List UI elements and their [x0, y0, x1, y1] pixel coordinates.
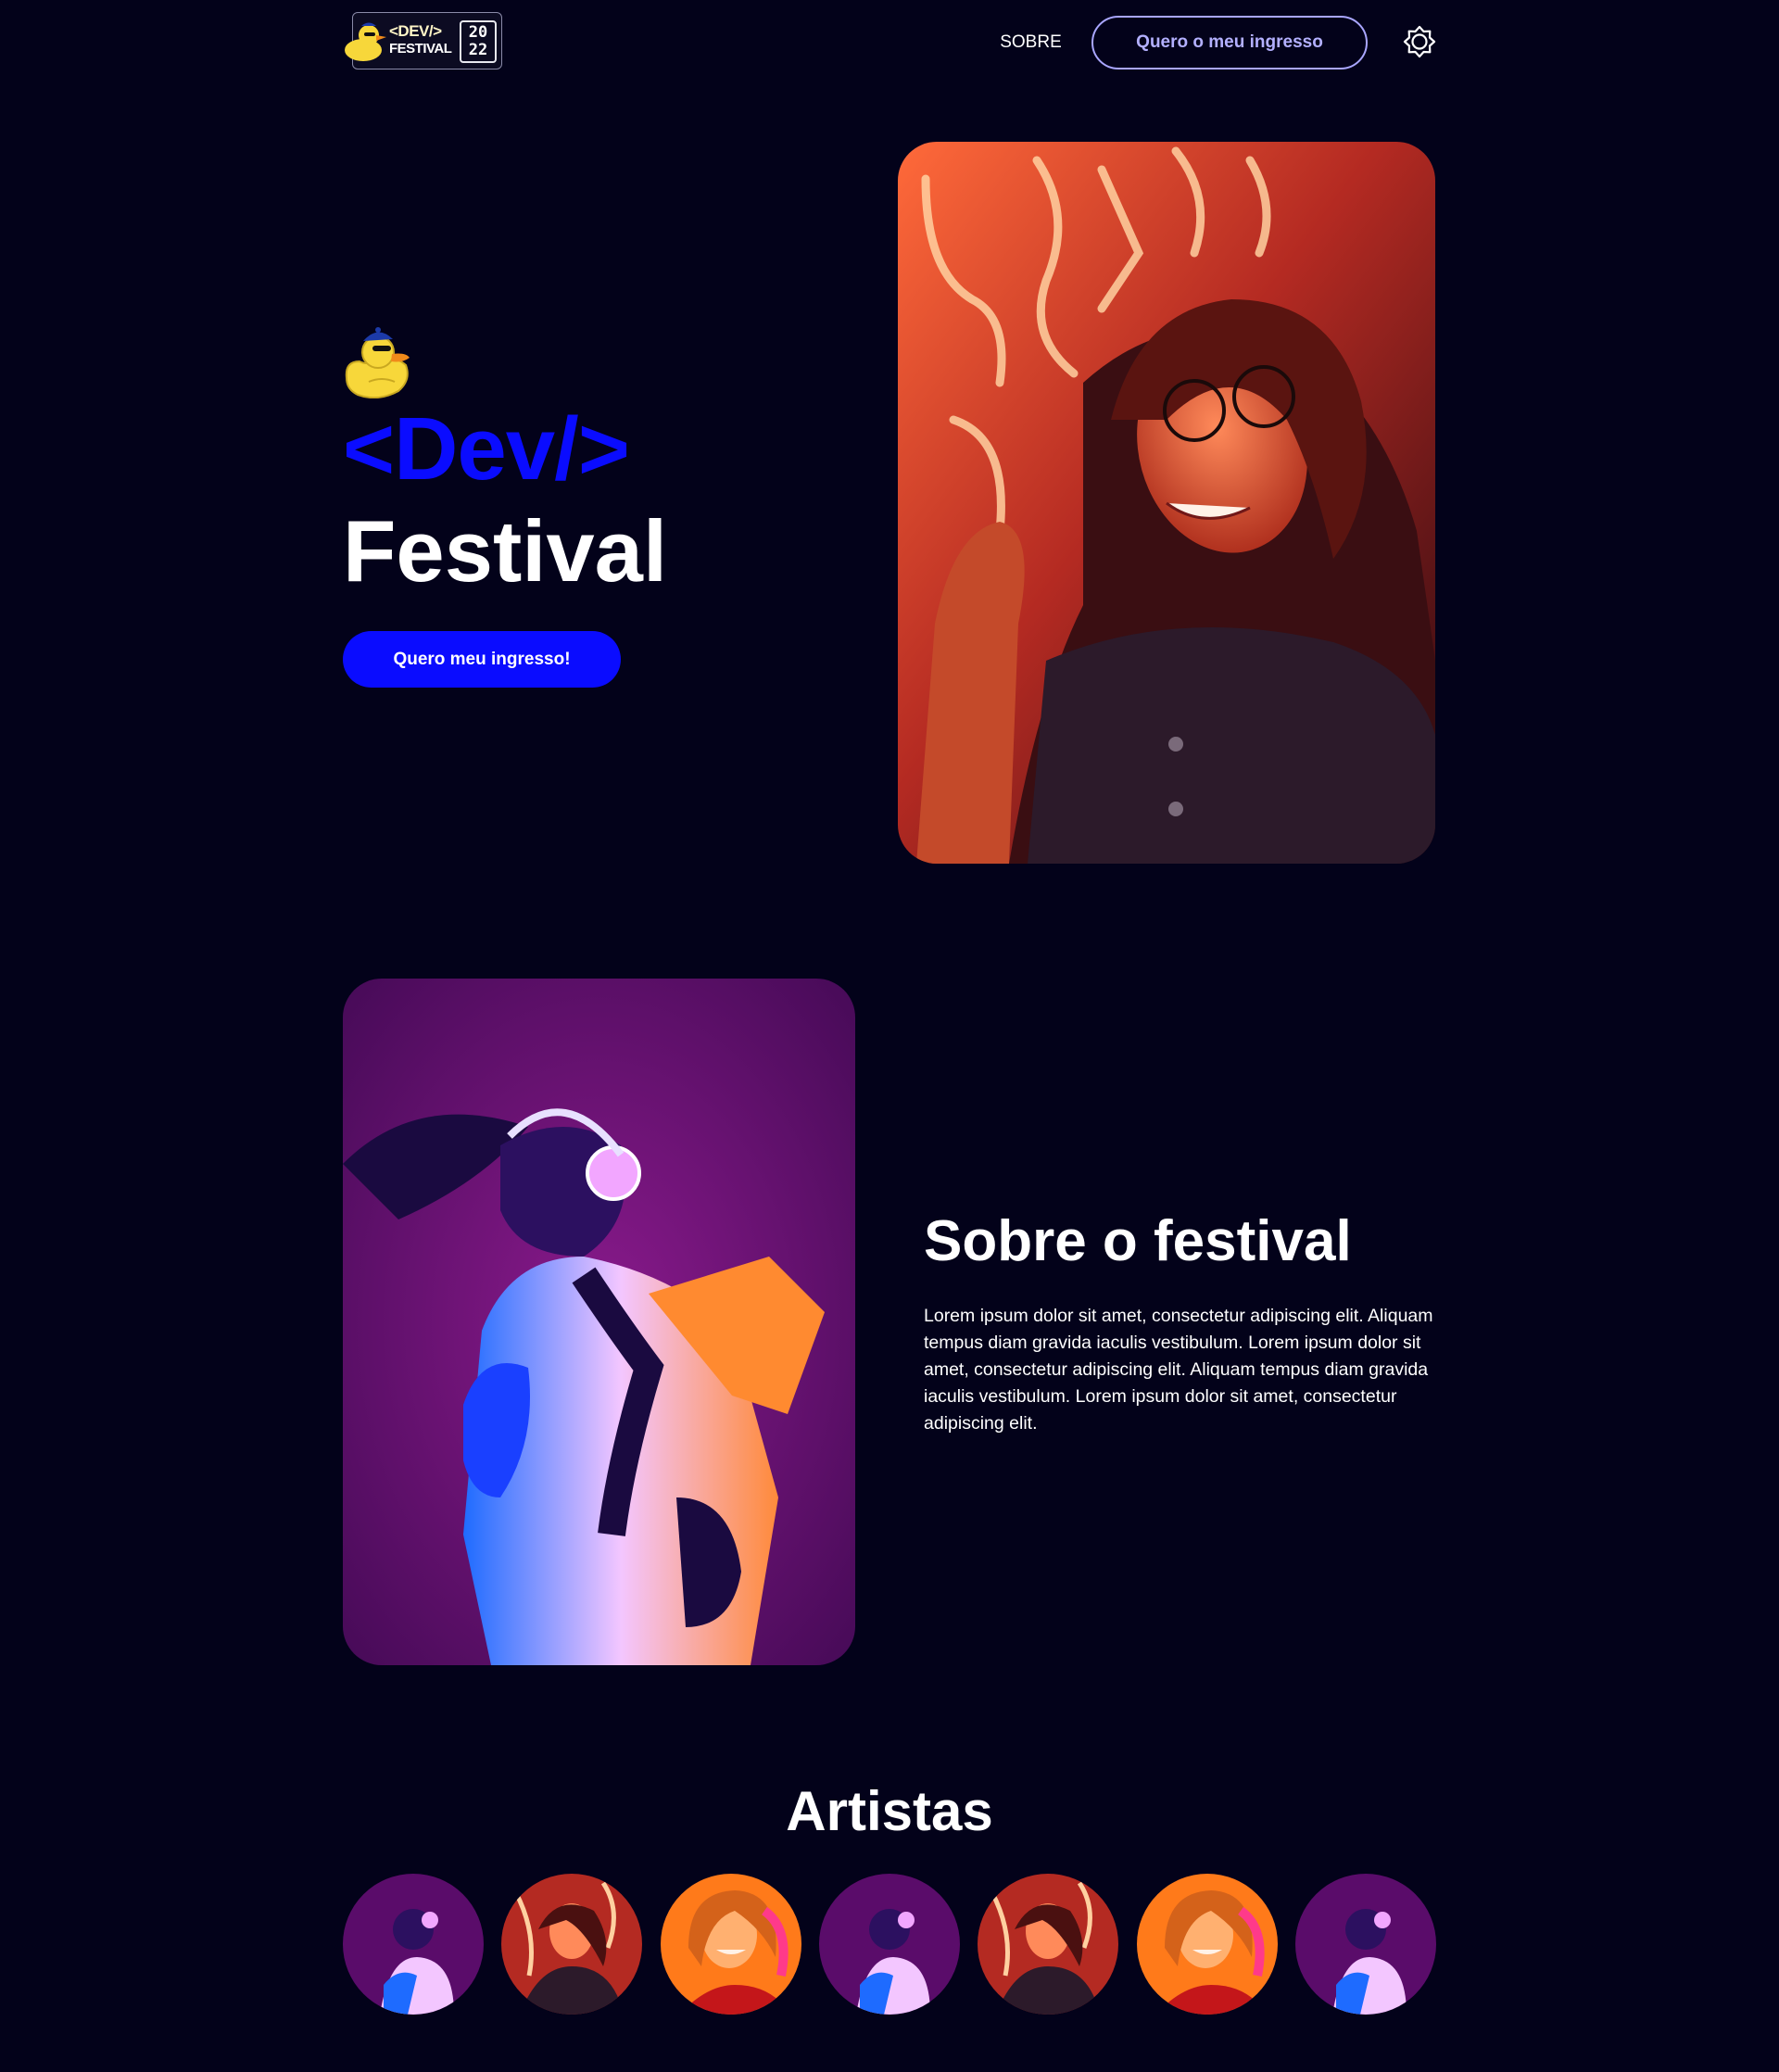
nav-ticket-button[interactable]: Quero o meu ingresso	[1091, 16, 1368, 69]
duck-mascot-icon	[345, 327, 410, 398]
logo-word-festival: FESTIVAL	[389, 41, 452, 57]
about-photo	[343, 979, 855, 1665]
logo-word-dev: <DEV/>	[389, 22, 442, 40]
logo-year-bottom: 22	[468, 41, 488, 59]
artist-avatar[interactable]	[978, 1874, 1119, 2015]
artist-avatar[interactable]	[1136, 1874, 1278, 2015]
artist-avatar[interactable]	[818, 1874, 960, 2015]
logo-year-top: 20	[468, 23, 488, 42]
about-description: Lorem ipsum dolor sit amet, consectetur …	[924, 1306, 1433, 1434]
artist-avatar[interactable]	[1294, 1874, 1436, 2015]
hero-title-dev: <Dev/>	[343, 399, 630, 499]
logo-year-badge: 20 22	[460, 20, 497, 63]
artists-title: Artistas	[786, 1780, 993, 1842]
sun-icon[interactable]	[1402, 24, 1437, 59]
hero-ticket-button[interactable]: Quero meu ingresso!	[343, 631, 621, 688]
artists-list	[343, 1874, 1436, 2015]
artist-avatar[interactable]	[501, 1874, 643, 2015]
artist-avatar[interactable]	[660, 1874, 801, 2015]
about-title: Sobre o festival	[924, 1209, 1352, 1273]
nav-link-sobre[interactable]: SOBRE	[991, 30, 1070, 56]
artist-avatar[interactable]	[343, 1874, 484, 2015]
hero-title-festival: Festival	[343, 502, 668, 600]
duck-logo-icon	[345, 22, 386, 61]
logo-wordmark: <DEV/> FESTIVAL	[389, 22, 456, 57]
hero-photo	[898, 142, 1435, 864]
